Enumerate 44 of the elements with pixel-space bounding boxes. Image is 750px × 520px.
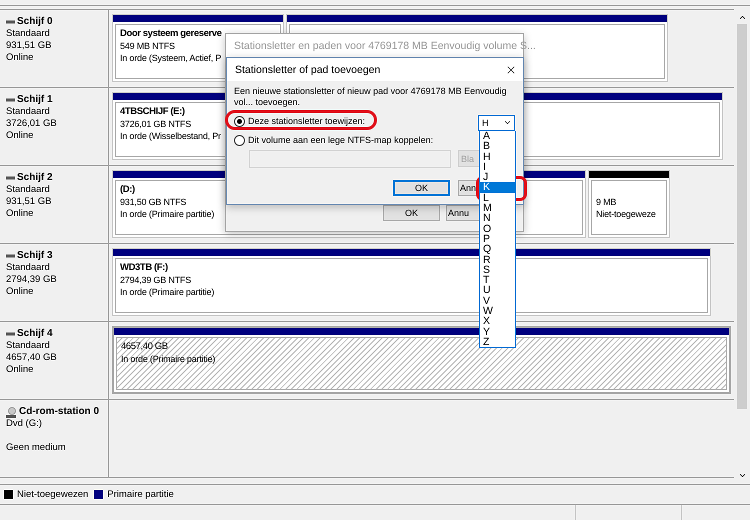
partition-info: 3726,01 GB NTFS — [120, 118, 192, 130]
disk-status: Online — [6, 52, 34, 64]
disk-type: Standaard — [6, 106, 51, 118]
disk-size: 3726,01 GB — [6, 118, 58, 130]
radio-label: Dit volume aan een lege NTFS-map koppelen: — [248, 135, 434, 145]
disk-status: Geen medium — [6, 442, 67, 454]
disk-name: Schijf 1 — [17, 94, 53, 106]
partition-info: In orde (Systeem, Actief, P — [120, 52, 222, 64]
partition-info: 9 MB — [596, 196, 616, 208]
partition-title: 4TBSCHIJF (E:) — [120, 106, 185, 118]
partition-info: In orde (Primaire partitie) — [120, 208, 214, 220]
dialog-description: Een nieuwe stationsletter of nieuw pad voor 4769178 MB Eenvoudig vol... toevoegen. — [234, 86, 508, 108]
disk-size: 931,51 GB — [6, 196, 52, 208]
legend-label: Primaire partitie — [107, 489, 174, 500]
partition-info: In orde (Wisselbestand, Pr — [120, 130, 221, 142]
disk-size: 931,51 GB — [6, 40, 52, 52]
partition-info: In orde (Primaire partitie) — [120, 286, 214, 298]
partition-info: In orde (Primaire partitie) — [121, 353, 216, 365]
disk-status: Online — [6, 286, 34, 298]
disk-name: Schijf 3 — [17, 250, 53, 262]
partition-title: Door systeem gereserve — [120, 28, 222, 40]
disk-size: 4657,40 GB — [6, 352, 58, 364]
disk-status: Online — [6, 364, 34, 376]
disk-name: Cd-rom-station 0 — [19, 406, 99, 418]
partition-info: 4657,40 GB — [121, 341, 168, 353]
partition-title: (D:) — [120, 184, 135, 196]
disk-type: Standaard — [6, 184, 51, 196]
disk-type: Dvd (G:) — [6, 418, 43, 430]
partition-info: 931,50 GB NTFS — [120, 196, 186, 208]
partition-title: WD3TB (F:) — [120, 262, 168, 274]
disk-name: Schijf 0 — [17, 16, 53, 28]
disk-size: 2794,39 GB — [6, 274, 58, 286]
disk-type: Standaard — [6, 262, 51, 274]
radio-label: Deze stationsletter toewijzen: — [248, 116, 366, 126]
disk-status: Online — [6, 208, 34, 220]
partition-info: 549 MB NTFS — [120, 40, 175, 52]
disk-name: Schijf 2 — [17, 172, 53, 184]
legend-label: Niet-toegewezen — [17, 489, 88, 500]
partition-info: 2794,39 GB NTFS — [120, 274, 192, 286]
disk-type: Standaard — [6, 28, 51, 40]
partition-info: Niet-toegeweze — [596, 208, 656, 220]
disk-status: Online — [6, 130, 34, 142]
disk-name: Schijf 4 — [17, 328, 53, 340]
disk-type: Standaard — [6, 340, 51, 352]
